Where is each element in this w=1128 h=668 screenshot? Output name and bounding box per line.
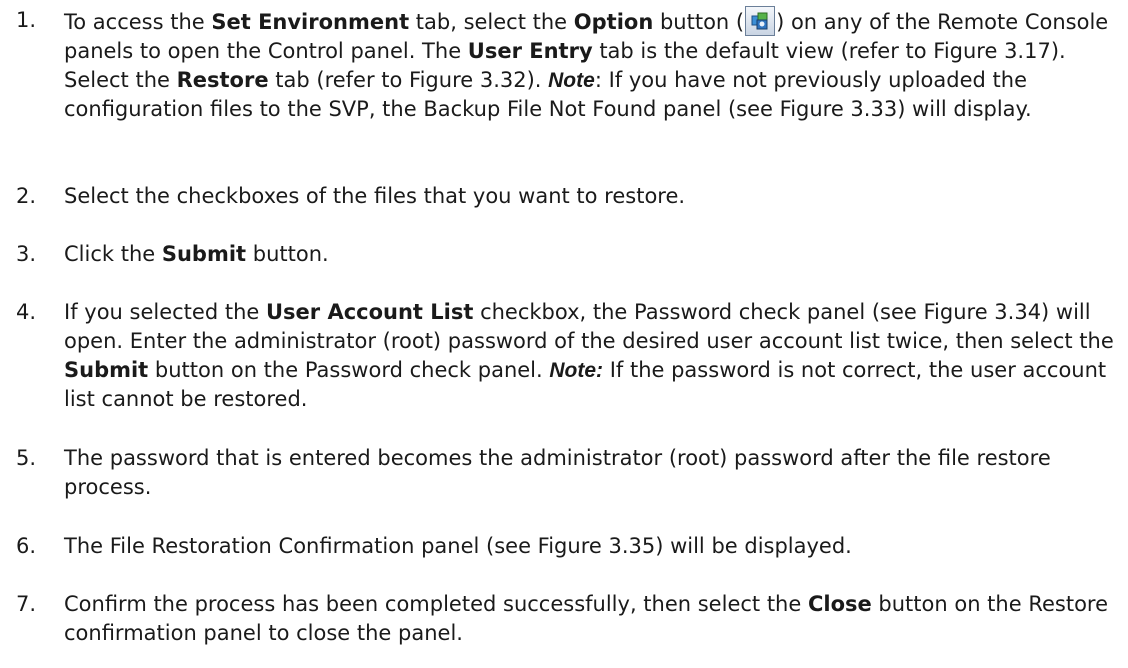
option-config-icon — [745, 6, 776, 36]
step-text: To access the Set Environment tab, selec… — [64, 6, 1122, 124]
step-number: 4. — [16, 300, 37, 324]
step-number: 7. — [16, 592, 37, 616]
step-text: Select the checkboxes of the files that … — [64, 184, 686, 208]
step-number: 2. — [16, 184, 37, 208]
step-text: Click the Submit button. — [64, 242, 329, 266]
step-number: 5. — [16, 446, 37, 470]
step-text: The password that is entered becomes the… — [64, 446, 1051, 499]
step-number: 1. — [16, 8, 37, 32]
step-text: If you selected the User Account List ch… — [64, 300, 1114, 411]
step-number: 3. — [16, 242, 37, 266]
step-text: The File Restoration Confirmation panel … — [64, 534, 852, 558]
step-number: 6. — [16, 534, 37, 558]
step-text: Confirm the process has been completed s… — [64, 592, 1109, 645]
